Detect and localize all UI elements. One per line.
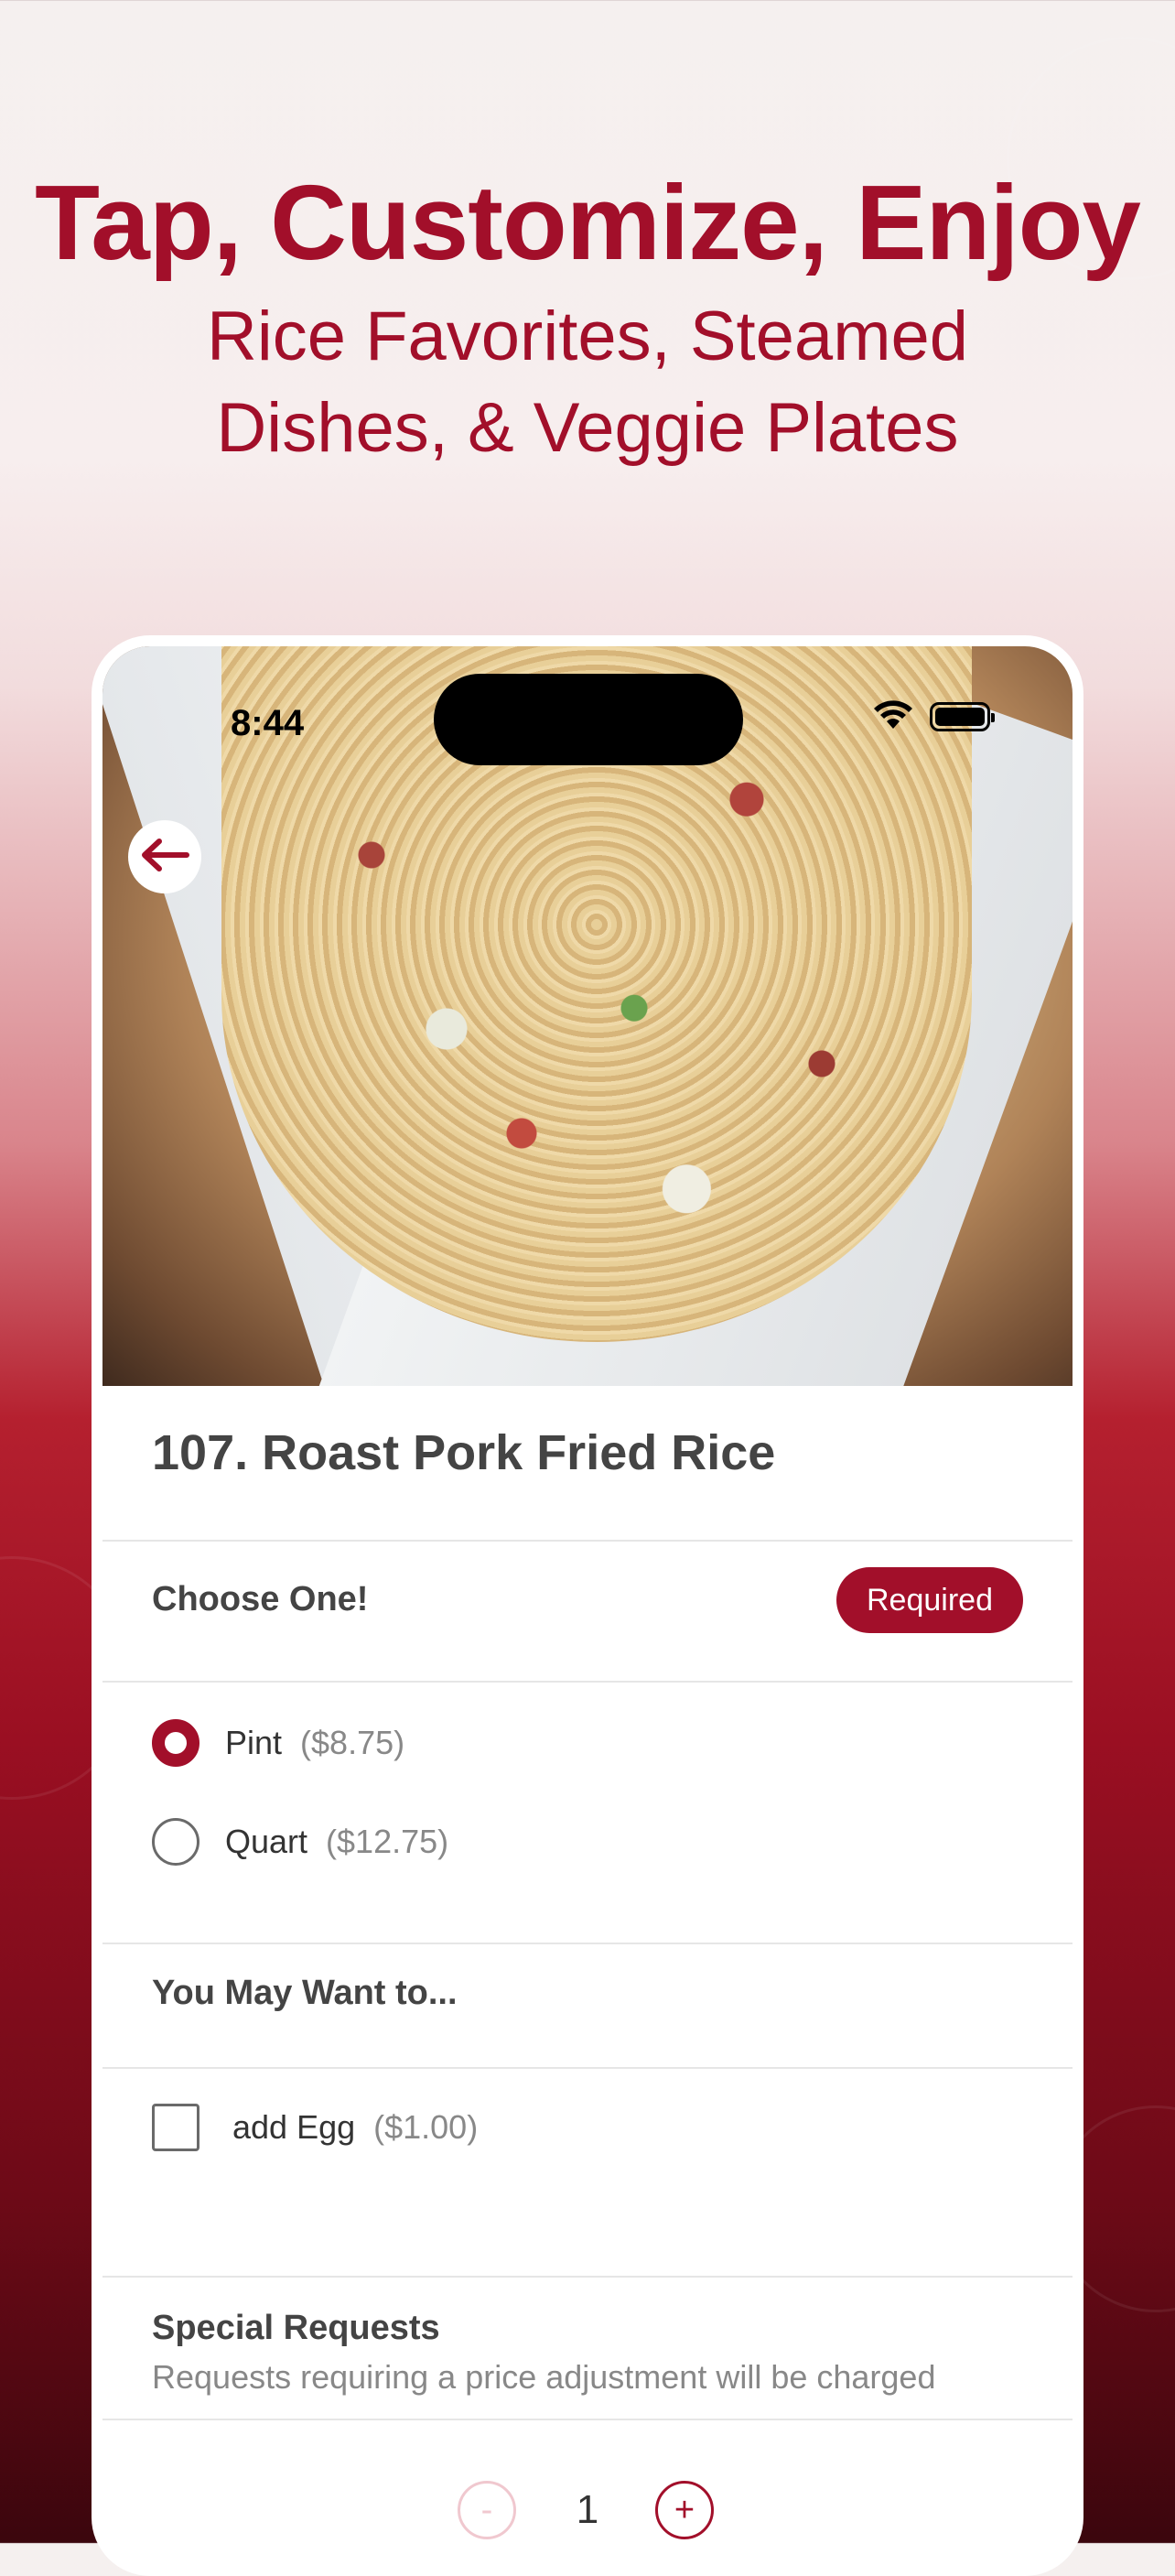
- status-icons: [873, 699, 995, 734]
- quantity-value: 1: [576, 2487, 599, 2532]
- divider: [102, 1681, 1073, 1683]
- divider: [102, 2067, 1073, 2069]
- option-price: ($1.00): [373, 2108, 479, 2146]
- radio-unselected[interactable]: [152, 1818, 199, 1866]
- arrow-left-icon: [139, 837, 190, 877]
- option-name: Quart: [225, 1823, 308, 1860]
- status-time: 8:44: [231, 703, 305, 743]
- phone-screen: 8:44 107. Roast Pork Fried Rice Choose O…: [102, 646, 1073, 2569]
- option-name: Pint: [225, 1724, 283, 1761]
- divider: [102, 2276, 1073, 2278]
- option-pint[interactable]: Pint ($8.75): [152, 1719, 404, 1767]
- divider: [102, 1540, 1073, 1542]
- option-add-egg[interactable]: add Egg ($1.00): [152, 2104, 478, 2151]
- checkbox[interactable]: [152, 2104, 199, 2151]
- option-quart[interactable]: Quart ($12.75): [152, 1818, 448, 1866]
- option-price: ($12.75): [326, 1823, 449, 1860]
- radio-selected[interactable]: [152, 1719, 199, 1767]
- promo-subline: Rice Favorites, Steamed Dishes, & Veggie…: [0, 291, 1175, 474]
- addons-group-label: You May Want to...: [152, 1974, 458, 2012]
- quantity-stepper: - 1 +: [102, 2441, 1073, 2569]
- divider: [102, 1943, 1073, 1944]
- promo-headline: Tap, Customize, Enjoy: [35, 163, 1141, 282]
- special-requests-label: Special Requests: [152, 2309, 440, 2347]
- option-name: add Egg: [232, 2108, 356, 2146]
- battery-icon: [930, 702, 995, 731]
- item-title: 107. Roast Pork Fried Rice: [152, 1425, 776, 1480]
- option-price: ($8.75): [300, 1724, 405, 1761]
- divider: [102, 2419, 1073, 2420]
- back-button[interactable]: [128, 820, 201, 893]
- increment-button[interactable]: +: [655, 2481, 714, 2539]
- required-badge: Required: [836, 1567, 1023, 1633]
- phone-frame: 8:44 107. Roast Pork Fried Rice Choose O…: [92, 635, 1083, 2576]
- wifi-icon: [873, 699, 913, 734]
- special-requests-subtext: Requests requiring a price adjustment wi…: [152, 2358, 936, 2396]
- decrement-button[interactable]: -: [458, 2481, 516, 2539]
- promo-subline-line-2: Dishes, & Veggie Plates: [216, 389, 959, 467]
- size-group-label: Choose One!: [152, 1580, 369, 1618]
- promo-subline-line-1: Rice Favorites, Steamed: [206, 298, 969, 375]
- dynamic-island: [434, 674, 743, 765]
